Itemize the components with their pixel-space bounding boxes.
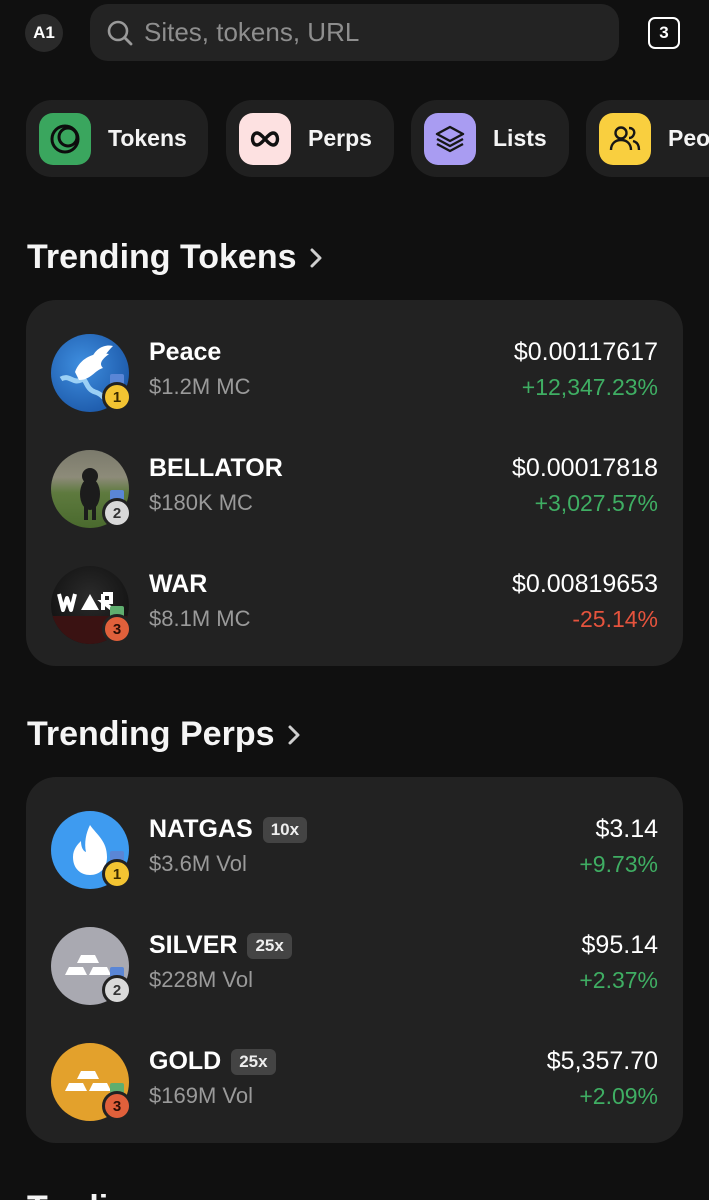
people-icon xyxy=(599,112,651,165)
rank-medal-silver: 2 xyxy=(102,975,132,1005)
trending-tokens-title: Trending Tokens xyxy=(27,238,297,276)
perp-name-text: SILVER xyxy=(149,931,238,959)
category-tokens-label: Tokens xyxy=(108,125,187,151)
token-price: $0.00117617 xyxy=(513,338,658,366)
token-row-war[interactable]: 3 WAR $8.1M MC $0.00819653 -25.14% xyxy=(26,560,683,650)
tokens-icon xyxy=(39,112,91,165)
trending-tokens-heading[interactable]: Trending Tokens xyxy=(27,238,323,277)
category-tokens[interactable]: Tokens xyxy=(26,100,208,177)
token-name: WAR xyxy=(149,570,207,599)
perp-row-gold[interactable]: 3 GOLD 25x $169M Vol $5,357.70 +2.09% xyxy=(26,1037,683,1127)
perp-row-natgas[interactable]: 1 NATGAS 10x $3.6M Vol $3.14 +9.73% xyxy=(26,805,683,895)
token-change: +3,027.57% xyxy=(534,490,658,516)
category-people-label: Peop xyxy=(668,125,709,151)
rank-medal-silver: 2 xyxy=(102,498,132,528)
token-name: BELLATOR xyxy=(149,454,283,483)
token-market-cap: $1.2M MC xyxy=(149,374,251,399)
leverage-badge: 25x xyxy=(247,932,292,959)
perp-change: +2.09% xyxy=(579,1083,658,1109)
trending-perps-title: Trending Perps xyxy=(27,715,275,753)
perp-price: $3.14 xyxy=(595,815,658,843)
perp-price: $5,357.70 xyxy=(546,1047,658,1075)
category-perps-label: Perps xyxy=(308,125,372,151)
leverage-badge: 25x xyxy=(231,1048,276,1075)
top-bar: A1 3 xyxy=(0,0,709,70)
perp-change: +2.37% xyxy=(579,967,658,993)
perp-name: GOLD 25x xyxy=(149,1047,276,1076)
category-row: Tokens Perps Lists Peop xyxy=(26,100,709,177)
trending-tokens-card: 1 Peace $1.2M MC $0.00117617 +12,347.23%… xyxy=(26,300,683,666)
perp-name-text: NATGAS xyxy=(149,815,253,843)
perp-name-text: GOLD xyxy=(149,1047,222,1075)
token-name: Peace xyxy=(149,338,221,367)
infinity-icon xyxy=(239,112,291,165)
perp-row-silver[interactable]: 2 SILVER 25x $228M Vol $95.14 +2.37% xyxy=(26,921,683,1011)
layers-icon xyxy=(424,112,476,165)
tabs-count-button[interactable]: 3 xyxy=(648,17,680,49)
perp-volume: $3.6M Vol xyxy=(149,851,247,876)
category-perps[interactable]: Perps xyxy=(226,100,394,177)
perp-change: +9.73% xyxy=(579,851,658,877)
rank-medal-gold: 1 xyxy=(102,382,132,412)
account-avatar[interactable]: A1 xyxy=(25,14,63,52)
rank-medal-gold: 1 xyxy=(102,859,132,889)
token-row-peace[interactable]: 1 Peace $1.2M MC $0.00117617 +12,347.23% xyxy=(26,328,683,418)
token-price: $0.00819653 xyxy=(512,570,658,598)
search-input[interactable] xyxy=(144,17,584,48)
token-change: +12,347.23% xyxy=(521,374,658,400)
token-name-text: BELLATOR xyxy=(149,454,283,482)
token-change: -25.14% xyxy=(572,606,658,632)
perp-price: $95.14 xyxy=(581,931,658,959)
perp-name: SILVER 25x xyxy=(149,931,292,960)
trending-perps-card: 1 NATGAS 10x $3.6M Vol $3.14 +9.73% 2 SI… xyxy=(26,777,683,1143)
token-name-text: Peace xyxy=(149,338,222,366)
token-name-text: WAR xyxy=(149,570,208,598)
trending-perps-heading[interactable]: Trending Perps xyxy=(27,715,301,754)
category-lists-label: Lists xyxy=(493,125,547,151)
token-market-cap: $180K MC xyxy=(149,490,253,515)
category-people[interactable]: Peop xyxy=(586,100,709,177)
category-lists[interactable]: Lists xyxy=(411,100,569,177)
leverage-badge: 10x xyxy=(262,816,308,843)
search-icon xyxy=(107,20,133,45)
perp-volume: $228M Vol xyxy=(149,967,253,992)
chevron-right-icon xyxy=(310,248,322,267)
search-bar[interactable] xyxy=(90,4,619,61)
rank-medal-bronze: 3 xyxy=(102,614,132,644)
perp-name: NATGAS 10x xyxy=(149,815,308,844)
perp-volume: $169M Vol xyxy=(149,1083,253,1108)
next-section-heading[interactable]: Tradi xyxy=(27,1188,108,1200)
token-market-cap: $8.1M MC xyxy=(149,606,251,631)
token-price: $0.00017818 xyxy=(512,454,658,482)
token-row-bellator[interactable]: 2 BELLATOR $180K MC $0.00017818 +3,027.5… xyxy=(26,444,683,534)
chevron-right-icon xyxy=(288,725,299,744)
rank-medal-bronze: 3 xyxy=(102,1091,132,1121)
